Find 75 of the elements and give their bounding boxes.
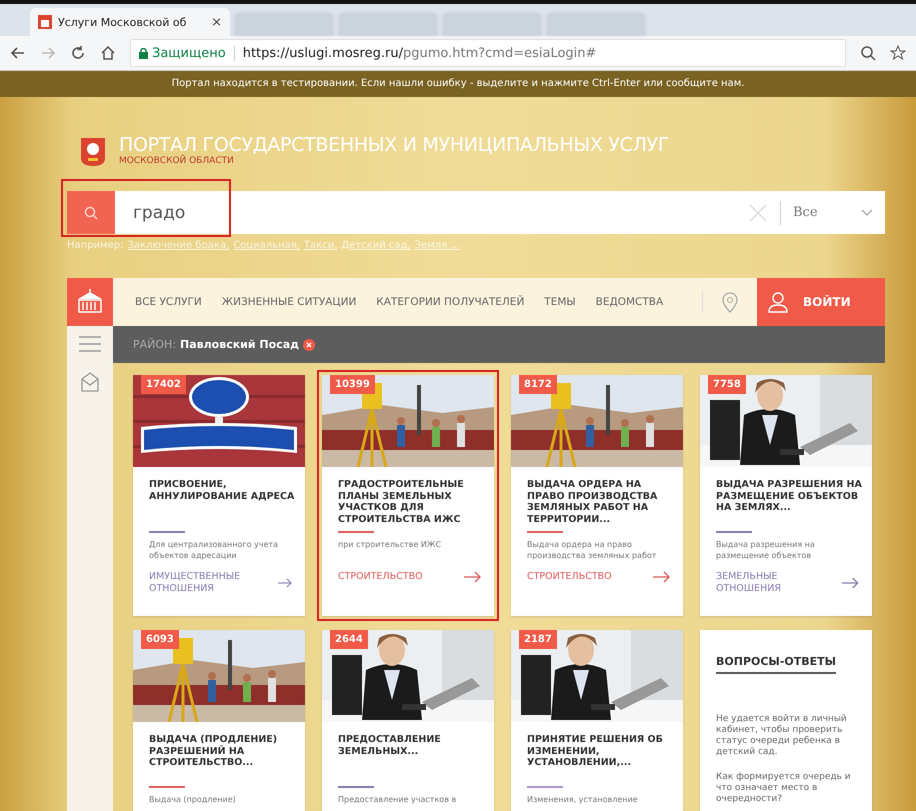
faq-question[interactable]: Как формируется очередь и что означает место в очередности? bbox=[716, 772, 856, 805]
close-icon[interactable]: × bbox=[211, 14, 222, 30]
browser-tab[interactable]: Услуги Московской об × bbox=[30, 8, 230, 36]
count-badge: 8172 bbox=[519, 375, 557, 394]
building-icon bbox=[38, 15, 52, 29]
card-title: ПРИСВОЕНИЕ, АННУЛИРОВАНИЕ АДРЕСА bbox=[148, 478, 296, 504]
remove-icon[interactable] bbox=[303, 338, 316, 350]
count-badge: 10399 bbox=[330, 375, 375, 394]
card-title: ПРИНЯТИЕ РЕШЕНИЯ ОБ ИЗМЕНЕНИИ, УСТАНОВЛЕНИИ,... bbox=[526, 733, 664, 770]
nav-link[interactable]: ВСЕ УСЛУГИ bbox=[135, 296, 202, 308]
envelope-icon[interactable] bbox=[81, 372, 99, 392]
reload-icon[interactable] bbox=[70, 45, 86, 61]
district-label: РАЙОН: bbox=[133, 338, 176, 351]
count-badge: 6093 bbox=[141, 630, 179, 649]
arrow-icon[interactable] bbox=[278, 577, 293, 589]
nav-link[interactable]: КАТЕГОРИИ ПОЛУЧАТЕЛЕЙ bbox=[376, 296, 524, 308]
district-value[interactable]: Павловский Посад bbox=[180, 338, 300, 351]
card-description: Изменения, установление bbox=[526, 794, 639, 806]
card-title: ГРАДОСТРОИТЕЛЬНЫЕ ПЛАНЫ ЗЕМЕЛЬНЫХ УЧАСТКОВ ДЛЯ СТРОИТЕЛЬСТВА ИЖС bbox=[337, 478, 465, 525]
login-button[interactable]: ВОЙТИ bbox=[757, 278, 885, 326]
chevron-icon bbox=[861, 208, 873, 216]
secure-label: Защищено bbox=[152, 46, 226, 60]
card-description: при строительстве ИЖС bbox=[337, 539, 442, 551]
count-badge: 2187 bbox=[519, 630, 557, 649]
card-description: Выдача разрешения на размещение объектов bbox=[715, 539, 816, 562]
category-link[interactable]: ИМУЩЕСТВЕННЫЕ ОТНОШЕНИЯ bbox=[149, 571, 278, 595]
home-button[interactable] bbox=[67, 278, 113, 326]
url-host: https://uslugi.mosreg.ru/ bbox=[242, 46, 403, 60]
card-title: ВЫДАЧА РАЗРЕШЕНИЯ НА РАЗМЕЩЕНИЕ ОБЪЕКТОВ НА ЗЕМЛЯХ... bbox=[715, 478, 863, 515]
search-button[interactable] bbox=[67, 191, 115, 234]
address-field[interactable]: Защищено https://uslugi.mosreg.ru/pgumo.htm?cmd=esiaLogin# bbox=[130, 39, 846, 67]
faq-question[interactable]: Не удается войти в личный кабинет, чтобы проверить статус очереди ребенка в детский сад. bbox=[716, 714, 856, 758]
menu-icon[interactable] bbox=[79, 336, 101, 352]
service-card[interactable]: 2644 ПРЕДОСТАВЛЕНИЕ ЗЕМЕЛЬНЫХ... Предоставление участков в bbox=[322, 630, 494, 811]
category-link[interactable]: СТРОИТЕЛЬСТВО bbox=[338, 571, 423, 583]
lock-icon bbox=[139, 48, 148, 58]
category-link[interactable]: ЗЕМЕЛЬНЫЕ ОТНОШЕНИЯ bbox=[716, 571, 842, 595]
count-badge: 2644 bbox=[330, 630, 368, 649]
search-icon bbox=[84, 206, 98, 220]
card-title: ВЫДАЧА ОРДЕРА НА ПРАВО ПРОИЗВОДСТВА ЗЕМЛЯНЫХ РАБОТ НА ТЕРРИТОРИИ... bbox=[526, 478, 658, 525]
card-description: Предоставление участков в bbox=[337, 794, 458, 806]
forward-icon[interactable] bbox=[40, 45, 56, 61]
star-icon[interactable] bbox=[890, 45, 906, 61]
scope-dropdown[interactable]: Все bbox=[780, 200, 873, 224]
notice-bar: Портал находится в тестировании. Если нашли ошибку - выделите и нажмите Ctrl-Enter или сообщите нам. bbox=[0, 71, 916, 97]
arrow-icon[interactable] bbox=[842, 577, 860, 589]
user-icon bbox=[767, 291, 789, 313]
count-badge: 17402 bbox=[141, 375, 186, 394]
service-card[interactable]: 8172 ВЫДАЧА ОРДЕРА НА ПРАВО ПРОИЗВОДСТВА ЗЕМЛЯНЫХ РАБОТ НА ТЕРРИТОРИИ... Выдача ордера на право производства земляных работ СТРОИТЕЛЬСТВО bbox=[511, 375, 683, 616]
zoom-icon[interactable] bbox=[860, 45, 876, 61]
portal-title: ПОРТАЛ ГОСУДАРСТВЕННЫХ И МУНИЦИПАЛЬНЫХ УСЛУГ bbox=[119, 134, 670, 156]
faq-title: ВОПРОСЫ-ОТВЕТЫ bbox=[716, 655, 836, 674]
service-card[interactable]: 7758 ВЫДАЧА РАЗРЕШЕНИЯ НА РАЗМЕЩЕНИЕ ОБЪЕКТОВ НА ЗЕМЛЯХ... Выдача разрешения на размещение объектов ЗЕМЕЛЬНЫЕ ОТНОШЕНИЯ bbox=[700, 375, 872, 616]
search-field[interactable]: градо Все bbox=[67, 191, 885, 234]
card-title: ВЫДАЧА (ПРОДЛЕНИЕ) РАЗРЕШЕНИЙ НА СТРОИТЕЛЬСТВО... bbox=[148, 733, 278, 770]
back-icon[interactable] bbox=[10, 45, 26, 61]
arrow-icon[interactable] bbox=[653, 571, 671, 583]
service-card[interactable]: 2187 ПРИНЯТИЕ РЕШЕНИЯ ОБ ИЗМЕНЕНИИ, УСТАНОВЛЕНИИ,... Изменения, установление bbox=[511, 630, 683, 811]
category-link[interactable]: СТРОИТЕЛЬСТВО bbox=[527, 571, 612, 583]
nav-link[interactable]: ТЕМЫ bbox=[544, 296, 576, 308]
building-icon bbox=[76, 289, 104, 315]
card-description: Для централизованного учета объектов адресации bbox=[148, 539, 279, 562]
service-card[interactable]: 6093 ВЫДАЧА (ПРОДЛЕНИЕ) РАЗРЕШЕНИЙ НА СТРОИТЕЛЬСТВО... Выдача (продление) bbox=[133, 630, 305, 811]
nav-link[interactable]: ЖИЗНЕННЫЕ СИТУАЦИИ bbox=[222, 296, 356, 308]
hint-label: Например: bbox=[67, 240, 124, 253]
arrow-icon[interactable] bbox=[464, 571, 482, 583]
card-description: Выдача (продление) bbox=[148, 794, 237, 806]
card-title: ПРЕДОСТАВЛЕНИЕ ЗЕМЕЛЬНЫХ... bbox=[337, 733, 442, 758]
nav-link[interactable]: ВЕДОМСТВА bbox=[596, 296, 664, 308]
home-icon[interactable] bbox=[100, 45, 116, 61]
url-path: pgumo.htm?cmd=esiaLogin# bbox=[402, 46, 596, 60]
service-card[interactable]: 17402 ПРИСВОЕНИЕ, АННУЛИРОВАНИЕ АДРЕСА Для централизованного учета объектов адресации ИМУЩЕСТВЕННЫЕ ОТНОШЕНИЯ bbox=[133, 375, 305, 616]
count-badge: 7758 bbox=[708, 375, 746, 394]
card-description: Выдача ордера на право производства земляных работ bbox=[526, 539, 658, 562]
portal-subtitle: МОСКОВСКОЙ ОБЛАСТИ bbox=[119, 156, 235, 166]
